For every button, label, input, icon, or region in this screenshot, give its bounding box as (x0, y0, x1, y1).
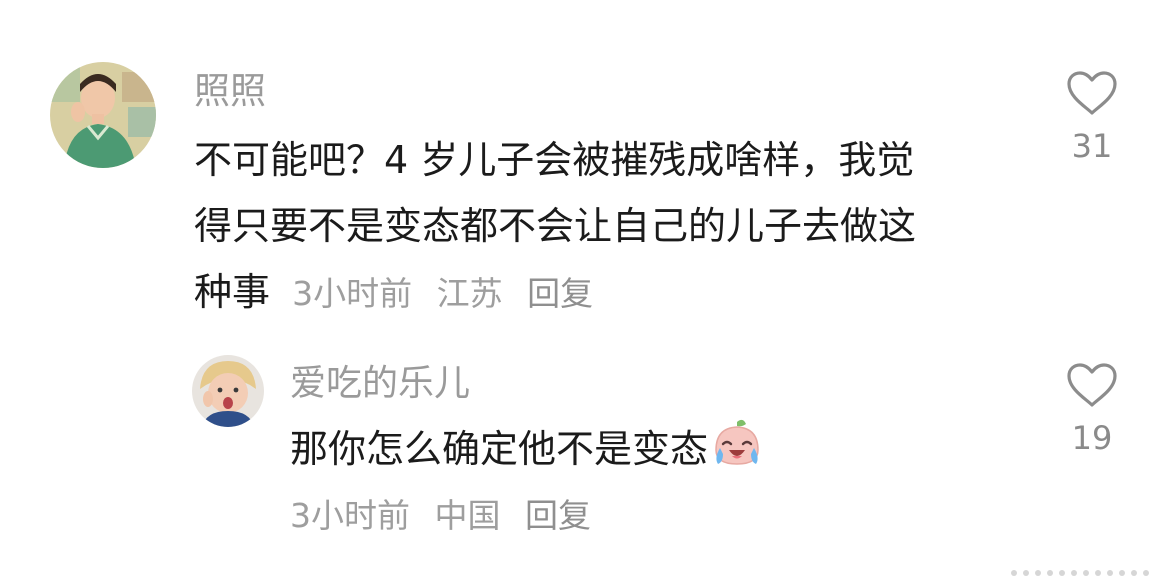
location: 江苏 (436, 274, 503, 313)
reply-button[interactable]: 回复 (525, 496, 591, 535)
like-button[interactable]: 19 (1052, 362, 1132, 454)
comment-text-line: 不可能吧？4 岁儿子会被摧残成啥样，我觉 (194, 138, 915, 182)
comment-text-line: 得只要不是变态都不会让自己的儿子去做这 (194, 204, 917, 248)
comment-meta: 3小时前 江苏 回复 (292, 274, 593, 313)
comment-text: 不可能吧？4 岁儿子会被摧残成啥样，我觉 得只要不是变态都不会让自己的儿子去做这… (194, 127, 1034, 327)
comment-meta: 3小时前 中国 回复 (290, 499, 591, 532)
like-count: 31 (1071, 127, 1113, 165)
like-count: 19 (1071, 419, 1113, 457)
timestamp: 3小时前 (290, 496, 410, 535)
location: 中国 (434, 496, 501, 535)
username[interactable]: 爱吃的乐儿 (290, 366, 470, 402)
avatar[interactable] (192, 355, 264, 427)
comment-text-line: 那你怎么确定他不是变态 (290, 427, 709, 471)
heart-icon[interactable] (1066, 362, 1118, 408)
scroll-indicator (1008, 564, 1158, 576)
like-button[interactable]: 31 (1052, 70, 1132, 162)
heart-icon[interactable] (1066, 70, 1118, 116)
timestamp: 3小时前 (292, 274, 413, 313)
username[interactable]: 照照 (194, 74, 266, 110)
comment-text: 那你怎么确定他不是变态 (290, 416, 1030, 488)
laugh-cry-peach-emoji (710, 418, 764, 488)
avatar[interactable] (50, 62, 156, 168)
reply-button[interactable]: 回复 (527, 274, 593, 313)
comment-text-line: 种事 (194, 270, 271, 314)
